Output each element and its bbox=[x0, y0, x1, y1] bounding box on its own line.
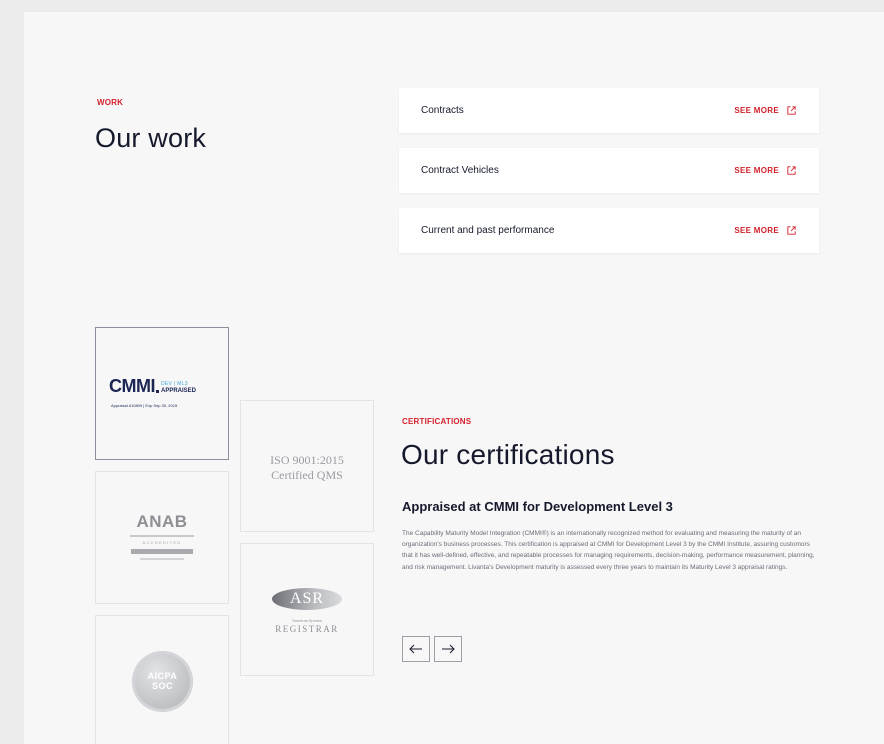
cmmi-level: DEV | ML3 bbox=[161, 380, 188, 387]
next-button[interactable] bbox=[434, 636, 462, 662]
work-eyebrow: WORK bbox=[97, 98, 124, 107]
iso-line2: Certified QMS bbox=[271, 468, 343, 482]
carousel-nav bbox=[402, 636, 462, 662]
work-item-label: Current and past performance bbox=[421, 225, 555, 236]
see-more-label: SEE MORE bbox=[734, 226, 779, 235]
cert-card-anab[interactable]: ANAB ACCREDITED bbox=[95, 471, 229, 604]
work-item-label: Contract Vehicles bbox=[421, 165, 499, 176]
prev-button[interactable] bbox=[402, 636, 430, 662]
work-title: Our work bbox=[95, 123, 207, 153]
cert-card-iso[interactable]: ISO 9001:2015 Certified QMS bbox=[240, 400, 374, 532]
cert-card-cmmi[interactable]: CMMI DEV | ML3 APPRAISED Appraisal #1080… bbox=[95, 327, 229, 460]
iso-line1: ISO 9001:2015 bbox=[270, 453, 344, 467]
asr-wordmark: ASR bbox=[289, 590, 325, 607]
certification-heading: Appraised at CMMI for Development Level … bbox=[402, 499, 673, 514]
asr-logo: ASR American Systems REGISTRAR bbox=[241, 588, 373, 634]
cmmi-wordmark: CMMI bbox=[109, 376, 156, 396]
cmmi-logo: CMMI DEV | ML3 APPRAISED bbox=[109, 376, 196, 397]
see-more-label: SEE MORE bbox=[734, 106, 779, 115]
asr-oval: ASR bbox=[272, 588, 342, 610]
cmmi-appraised: APPRAISED bbox=[161, 387, 197, 394]
arrow-left-icon bbox=[409, 644, 422, 654]
anab-wordmark: ANAB bbox=[136, 512, 188, 531]
certifications-title: Our certifications bbox=[401, 439, 615, 470]
cmmi-dot bbox=[156, 389, 159, 393]
external-link-icon bbox=[787, 226, 796, 235]
external-link-icon bbox=[787, 166, 796, 175]
certification-description: The Capability Maturity Model Integratio… bbox=[402, 530, 815, 571]
work-item-contract-vehicles[interactable]: Contract Vehicles SEE MORE bbox=[399, 148, 819, 193]
work-item-label: Contracts bbox=[421, 105, 464, 116]
aicpa-soc-badge: AICPA SOC bbox=[132, 651, 193, 712]
cert-card-asr[interactable]: ASR American Systems REGISTRAR bbox=[240, 543, 374, 676]
external-link-icon bbox=[787, 106, 796, 115]
anab-logo: ANAB ACCREDITED bbox=[96, 512, 228, 560]
iso-logo: ISO 9001:2015 Certified QMS bbox=[241, 453, 373, 483]
arrow-right-icon bbox=[442, 644, 455, 654]
anab-accredited: ACCREDITED bbox=[142, 540, 182, 545]
anab-divider bbox=[130, 535, 194, 537]
page-section: WORK Our work Contracts SEE MORE Contrac… bbox=[24, 12, 884, 744]
cert-card-aicpa[interactable]: AICPA SOC bbox=[95, 615, 229, 744]
cmmi-appraisal-number: Appraisal #10809 | Exp Sep 30, 2015 bbox=[111, 403, 178, 408]
asr-subtitle: American Systems bbox=[291, 618, 323, 623]
top-bar bbox=[0, 0, 884, 12]
anab-foot bbox=[140, 558, 184, 560]
see-more-link[interactable]: SEE MORE bbox=[734, 165, 797, 176]
see-more-link[interactable]: SEE MORE bbox=[734, 105, 797, 116]
see-more-label: SEE MORE bbox=[734, 166, 779, 175]
see-more-link[interactable]: SEE MORE bbox=[734, 225, 797, 236]
work-list: Contracts SEE MORE Contract Vehicles SEE… bbox=[399, 88, 819, 268]
soc-label: SOC bbox=[151, 680, 173, 691]
anab-bar bbox=[131, 549, 193, 554]
work-item-performance[interactable]: Current and past performance SEE MORE bbox=[399, 208, 819, 253]
cmmi-side: DEV | ML3 APPRAISED bbox=[161, 380, 197, 394]
certifications-eyebrow: CERTIFICATIONS bbox=[402, 417, 472, 426]
asr-registrar: REGISTRAR bbox=[275, 624, 339, 634]
work-item-contracts[interactable]: Contracts SEE MORE bbox=[399, 88, 819, 133]
